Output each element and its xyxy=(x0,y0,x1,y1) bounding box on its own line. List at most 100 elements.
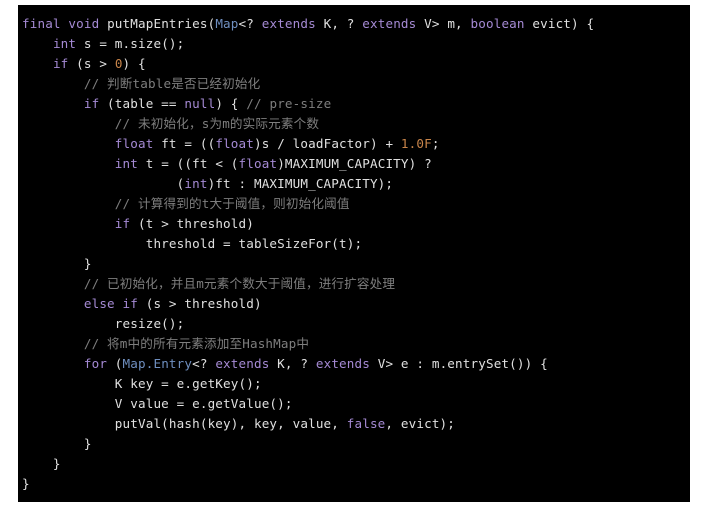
code-token: int xyxy=(184,176,208,191)
code-token: V value = e.getValue(); xyxy=(22,396,293,411)
code-line: (int)ft : MAXIMUM_CAPACITY); xyxy=(18,174,690,194)
code-line: K key = e.getKey(); xyxy=(18,374,690,394)
code-line: } xyxy=(18,454,690,474)
code-token: putMapEntries( xyxy=(99,16,216,31)
code-line: } xyxy=(18,254,690,274)
code-block[interactable]: final void putMapEntries(Map<? extends K… xyxy=(18,5,690,502)
code-token: )ft : MAXIMUM_CAPACITY); xyxy=(207,176,394,191)
code-token: )s / loadFactor) + xyxy=(254,136,401,151)
code-line: // 判断table是否已经初始化 xyxy=(18,74,690,94)
code-token: threshold = tableSizeFor(t); xyxy=(22,236,363,251)
code-line: // 将m中的所有元素添加至HashMap中 xyxy=(18,334,690,354)
code-token: ; xyxy=(431,136,440,151)
code-token: 0 xyxy=(114,56,123,71)
code-token: if xyxy=(52,56,69,71)
code-token: int xyxy=(52,36,77,51)
code-token: extends xyxy=(362,16,417,31)
code-token: , evict); xyxy=(385,416,456,431)
code-line: final void putMapEntries(Map<? extends K… xyxy=(18,14,690,34)
code-token: )MAXIMUM_CAPACITY) ? xyxy=(277,156,432,171)
code-line: int s = m.size(); xyxy=(18,34,690,54)
code-token: else xyxy=(83,296,115,311)
code-line: } xyxy=(18,434,690,454)
code-token: final xyxy=(22,16,61,31)
code-token: extends xyxy=(315,356,370,371)
code-token: <? xyxy=(192,356,216,371)
code-token: ft = (( xyxy=(153,136,216,151)
code-token: resize(); xyxy=(22,316,185,331)
code-token: // 未初始化，s为m的实际元素个数 xyxy=(114,116,320,131)
code-token: (s > xyxy=(68,56,115,71)
code-line: // 已初始化，并且m元素个数大于阈值，进行扩容处理 xyxy=(18,274,690,294)
code-token: (t > threshold) xyxy=(130,216,254,231)
code-token: // 计算得到的t大于阈值，则初始化阈值 xyxy=(114,196,350,211)
code-token: false xyxy=(346,416,386,431)
code-token: ) { xyxy=(215,96,247,111)
code-line: else if (s > threshold) xyxy=(18,294,690,314)
code-token: <? xyxy=(238,16,262,31)
code-token: putVal(hash(key), key, value, xyxy=(22,416,347,431)
code-token: V> e : m.entrySet()) { xyxy=(369,356,548,371)
code-line: if (t > threshold) xyxy=(18,214,690,234)
code-line: int t = ((ft < (float)MAXIMUM_CAPACITY) … xyxy=(18,154,690,174)
code-token: t = ((ft < ( xyxy=(138,156,239,171)
code-token: K, ? xyxy=(315,16,363,31)
code-token: float xyxy=(215,136,254,151)
code-token: extends xyxy=(261,16,316,31)
code-line: V value = e.getValue(); xyxy=(18,394,690,414)
code-line: // 计算得到的t大于阈值，则初始化阈值 xyxy=(18,194,690,214)
code-token: } xyxy=(22,456,61,471)
code-token: V> m, xyxy=(416,16,471,31)
code-token: ) { xyxy=(122,56,146,71)
code-line: threshold = tableSizeFor(t); xyxy=(18,234,690,254)
code-token: if xyxy=(122,296,138,311)
code-token: extends xyxy=(215,356,270,371)
code-token: boolean xyxy=(470,16,525,31)
code-token: 1.0F xyxy=(400,136,432,151)
code-token: null xyxy=(184,96,216,111)
code-token: void xyxy=(68,16,100,31)
code-token: if xyxy=(114,216,131,231)
code-token: // 已初始化，并且m元素个数大于阈值，进行扩容处理 xyxy=(83,276,396,291)
code-token: if xyxy=(83,96,100,111)
code-token: Map.Entry xyxy=(122,356,193,371)
code-token: Map xyxy=(215,16,239,31)
code-token: for xyxy=(83,356,108,371)
code-token: s = m.size(); xyxy=(76,36,185,51)
code-line: if (table == null) { // pre-size xyxy=(18,94,690,114)
code-token: // pre-size xyxy=(246,96,332,111)
code-token: float xyxy=(114,136,154,151)
code-token: float xyxy=(238,156,278,171)
code-token: // 将m中的所有元素添加至HashMap中 xyxy=(83,336,310,351)
code-line: putVal(hash(key), key, value, false, evi… xyxy=(18,414,690,434)
code-token: (table == xyxy=(99,96,185,111)
code-token: evict) { xyxy=(524,16,595,31)
code-line: } xyxy=(18,474,690,494)
code-token: } xyxy=(22,436,92,451)
code-token: ( xyxy=(107,356,123,371)
code-token: ( xyxy=(22,176,185,191)
code-token: K key = e.getKey(); xyxy=(22,376,262,391)
code-line: float ft = ((float)s / loadFactor) + 1.0… xyxy=(18,134,690,154)
code-token: (s > threshold) xyxy=(138,296,262,311)
code-line: for (Map.Entry<? extends K, ? extends V>… xyxy=(18,354,690,374)
code-token: K, ? xyxy=(269,356,316,371)
code-line: resize(); xyxy=(18,314,690,334)
code-token: int xyxy=(114,156,138,171)
code-token: } xyxy=(22,476,30,491)
page-root: final void putMapEntries(Map<? extends K… xyxy=(0,0,707,508)
code-line: if (s > 0) { xyxy=(18,54,690,74)
